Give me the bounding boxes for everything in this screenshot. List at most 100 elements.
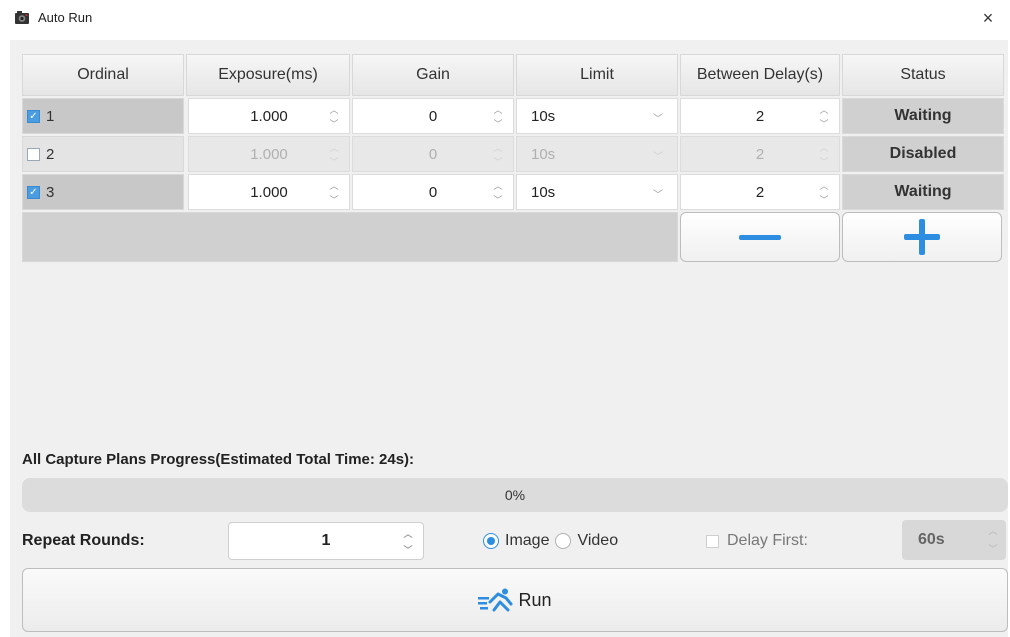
chevron-up-icon[interactable]: ︿	[819, 105, 828, 115]
row-enable-checkbox[interactable]	[27, 147, 40, 161]
delay-first-checkbox[interactable]	[706, 534, 719, 548]
chevron-up-icon[interactable]: ︿	[493, 181, 502, 191]
close-icon: ×	[982, 8, 994, 28]
chevron-down-icon[interactable]: ﹀	[819, 195, 828, 205]
row-enable-checkbox[interactable]: ✓	[27, 185, 40, 199]
header-gain: Gain	[352, 54, 514, 96]
limit-select[interactable]: 10s ﹀	[516, 174, 678, 210]
status-badge: Waiting	[842, 98, 1004, 134]
run-button[interactable]: Run	[22, 568, 1008, 632]
limit-value: 10s	[531, 107, 556, 125]
table-row: 2 1.000 ︿ ﹀ 0 ︿ ﹀ 10s ﹀ 2 ︿ ﹀ Disabled	[22, 136, 1004, 172]
delay-stepper: 2 ︿ ﹀	[680, 136, 840, 172]
chevron-up-icon[interactable]: ︿	[329, 181, 338, 191]
delay-stepper[interactable]: 2 ︿ ﹀	[680, 174, 840, 210]
status-badge: Waiting	[842, 174, 1004, 210]
chevron-down-icon[interactable]: ﹀	[329, 119, 338, 129]
chevron-up-icon[interactable]: ︿	[403, 529, 412, 539]
delay-first-option: Delay First:	[706, 532, 808, 550]
header-exposure: Exposure(ms)	[186, 54, 350, 96]
exposure-value: 1.000	[250, 107, 288, 125]
chevron-down-icon[interactable]: ﹀	[493, 195, 502, 205]
chevron-down-icon[interactable]: ﹀	[403, 545, 412, 555]
header-limit: Limit	[516, 54, 678, 96]
exposure-stepper[interactable]: 1.000 ︿ ﹀	[188, 98, 350, 134]
chevron-down-icon: ﹀	[653, 114, 663, 125]
chevron-down-icon: ﹀	[819, 157, 829, 167]
row-enable-checkbox[interactable]: ✓	[27, 109, 40, 123]
ordinal-cell: ✓ 3	[22, 174, 184, 210]
ordinal-cell: 2	[22, 136, 184, 172]
delay-stepper[interactable]: 2 ︿ ﹀	[680, 98, 840, 134]
repeat-rounds-label: Repeat Rounds:	[22, 532, 145, 549]
repeat-rounds-value: 1	[321, 532, 331, 549]
title-bar: Auto Run ×	[0, 0, 1010, 38]
exposure-value: 1.000	[250, 145, 288, 163]
camera-app-icon	[15, 11, 29, 24]
chevron-down-icon[interactable]: ﹀	[329, 195, 338, 205]
remove-row-button[interactable]	[680, 212, 840, 262]
status-badge: Disabled	[842, 136, 1004, 172]
table-header: Ordinal Exposure(ms) Gain Limit Between …	[22, 54, 1004, 96]
progress-bar: 0%	[22, 478, 1008, 512]
chevron-up-icon[interactable]: ︿	[493, 105, 502, 115]
delay-first-label: Delay First:	[727, 532, 808, 549]
ordinal-cell: ✓ 1	[22, 98, 184, 134]
chevron-down-icon: ﹀	[329, 157, 339, 167]
exposure-stepper[interactable]: 1.000 ︿ ﹀	[188, 174, 350, 210]
delay-value: 2	[755, 183, 765, 201]
gain-value: 0	[428, 145, 438, 163]
chevron-up-icon: ︿	[493, 143, 503, 153]
header-ordinal: Ordinal	[22, 54, 184, 96]
limit-value: 10s	[531, 145, 556, 163]
delay-value: 2	[755, 107, 765, 125]
progress-label: All Capture Plans Progress(Estimated Tot…	[22, 451, 415, 468]
add-row-button[interactable]	[842, 212, 1002, 262]
chevron-down-icon: ﹀	[653, 190, 663, 201]
delay-first-stepper: 60s ︿ ﹀	[902, 520, 1006, 560]
limit-value: 10s	[531, 183, 556, 201]
gain-value: 0	[428, 183, 438, 201]
chevron-down-icon[interactable]: ﹀	[493, 119, 502, 129]
minus-icon	[739, 234, 781, 240]
ordinal-number: 1	[46, 107, 55, 125]
delay-value: 2	[755, 145, 765, 163]
table-footer-area	[22, 212, 678, 262]
chevron-down-icon: ﹀	[493, 157, 503, 167]
repeat-rounds-stepper[interactable]: 1 ︿ ﹀	[228, 522, 424, 560]
chevron-up-icon: ︿	[988, 526, 998, 536]
capture-mode-group: Image Video	[483, 532, 624, 550]
exposure-stepper: 1.000 ︿ ﹀	[188, 136, 350, 172]
ordinal-number: 2	[46, 145, 55, 163]
image-radio[interactable]	[483, 533, 499, 549]
image-radio-label[interactable]: Image	[505, 532, 549, 550]
chevron-up-icon: ︿	[819, 143, 829, 153]
chevron-down-icon: ﹀	[653, 152, 663, 163]
limit-select: 10s ﹀	[516, 136, 678, 172]
running-person-icon	[478, 588, 513, 612]
delay-first-value: 60s	[918, 531, 945, 548]
gain-stepper: 0 ︿ ﹀	[352, 136, 514, 172]
chevron-up-icon: ︿	[329, 143, 339, 153]
gain-stepper[interactable]: 0 ︿ ﹀	[352, 98, 514, 134]
chevron-down-icon: ﹀	[988, 544, 998, 554]
header-status: Status	[842, 54, 1004, 96]
progress-text: 0%	[504, 487, 526, 503]
exposure-value: 1.000	[250, 183, 288, 201]
ordinal-number: 3	[46, 183, 55, 201]
chevron-down-icon[interactable]: ﹀	[819, 119, 828, 129]
chevron-up-icon[interactable]: ︿	[819, 181, 828, 191]
limit-select[interactable]: 10s ﹀	[516, 98, 678, 134]
gain-value: 0	[428, 107, 438, 125]
window-title: Auto Run	[38, 10, 93, 25]
close-button[interactable]: ×	[976, 6, 1000, 30]
header-between-delay: Between Delay(s)	[680, 54, 840, 96]
chevron-up-icon[interactable]: ︿	[329, 105, 338, 115]
run-label: Run	[518, 589, 552, 610]
gain-stepper[interactable]: 0 ︿ ﹀	[352, 174, 514, 210]
video-radio-label[interactable]: Video	[577, 532, 618, 550]
plus-icon	[902, 217, 942, 257]
table-row: ✓ 3 1.000 ︿ ﹀ 0 ︿ ﹀ 10s ﹀ 2 ︿ ﹀ Waiting	[22, 174, 1004, 210]
table-row: ✓ 1 1.000 ︿ ﹀ 0 ︿ ﹀ 10s ﹀ 2 ︿ ﹀ Waiting	[22, 98, 1004, 134]
video-radio[interactable]	[555, 533, 572, 549]
